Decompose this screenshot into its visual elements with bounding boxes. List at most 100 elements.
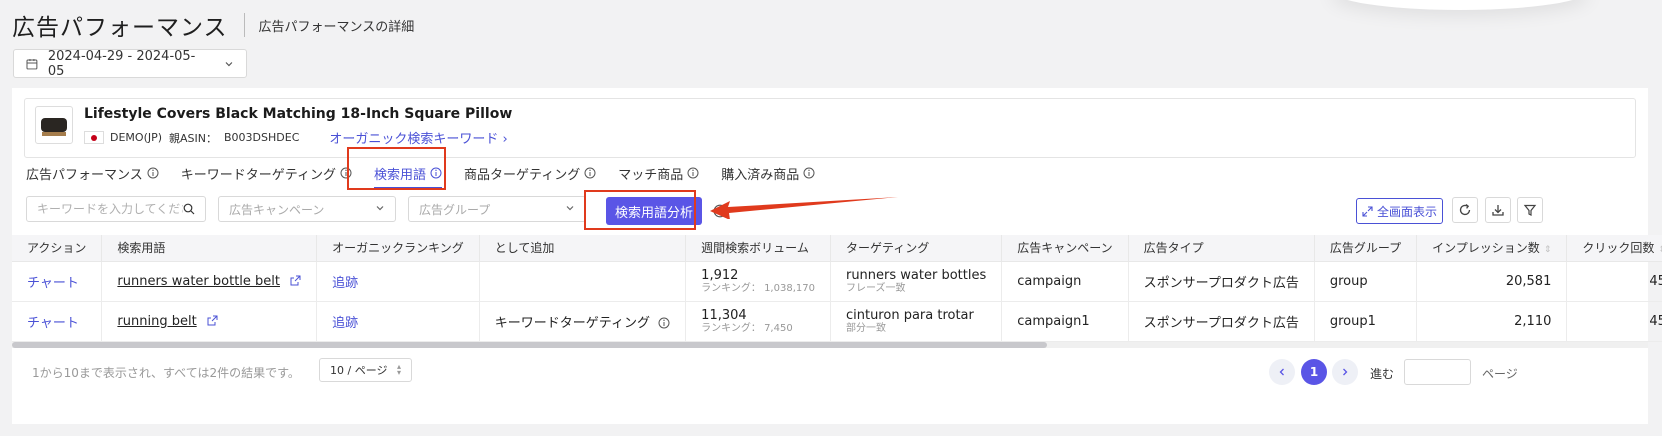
campaign-select[interactable]: 広告キャンペーン bbox=[218, 196, 396, 222]
search-term-link[interactable]: running belt bbox=[117, 314, 196, 329]
search-icon[interactable] bbox=[183, 203, 195, 215]
match-type: 部分一致 bbox=[845, 322, 886, 334]
impressions-cell: 2,110 bbox=[1416, 301, 1568, 342]
column-header: オーガニックランキング bbox=[316, 235, 480, 262]
japan-flag-icon bbox=[84, 131, 104, 144]
weekly-volume: 1,912 bbox=[701, 267, 739, 283]
filter-icon bbox=[1523, 204, 1537, 216]
external-link-icon[interactable] bbox=[207, 315, 218, 326]
date-range-picker[interactable]: 2024-04-29 - 2024-05-05 bbox=[13, 49, 247, 79]
next-page-button[interactable] bbox=[1332, 359, 1358, 385]
goto-label: 進む bbox=[1370, 367, 1395, 381]
table-header-row: アクション 検索用語 オーガニックランキング として追加 週間検索ボリューム タ… bbox=[12, 235, 1662, 262]
organic-keywords-link[interactable]: オーガニック検索キーワード › bbox=[329, 128, 507, 147]
page-size-select[interactable]: 10 / ページ ▴ ▾ bbox=[319, 358, 412, 382]
prev-page-button[interactable] bbox=[1269, 359, 1295, 385]
table-row: チャート runners water bottle belt 追跡 1,912 … bbox=[12, 261, 1662, 302]
main-card: Lifestyle Covers Black Matching 18-Inch … bbox=[12, 88, 1662, 424]
track-ranking-link[interactable]: 追跡 bbox=[332, 316, 358, 331]
ad-group-select[interactable]: 広告グループ bbox=[408, 196, 586, 222]
column-header: 広告キャンペーン bbox=[1001, 235, 1129, 262]
ad-group-cell: group1 bbox=[1314, 301, 1418, 342]
info-icon bbox=[803, 167, 815, 179]
tab-purchased-products[interactable]: 購入済み商品 bbox=[721, 164, 815, 183]
keyword-input-field[interactable] bbox=[37, 202, 183, 216]
decorative-shadow bbox=[1330, 0, 1590, 10]
added-as-cell bbox=[479, 261, 687, 302]
campaign-cell: campaign1 bbox=[1001, 301, 1129, 342]
ranking-value: 7,450 bbox=[764, 322, 793, 334]
tab-label: 広告パフォーマンス bbox=[26, 167, 143, 183]
goto-page-field[interactable] bbox=[1405, 360, 1470, 384]
chevron-down-icon bbox=[225, 61, 233, 66]
track-ranking-link[interactable]: 追跡 bbox=[332, 276, 358, 291]
info-icon bbox=[584, 167, 596, 179]
calendar-icon bbox=[26, 58, 38, 69]
filter-button[interactable] bbox=[1517, 197, 1543, 223]
red-annotation-arrow bbox=[710, 197, 898, 219]
chevron-down-icon bbox=[566, 206, 574, 211]
tab-ad-performance[interactable]: 広告パフォーマンス bbox=[26, 164, 159, 183]
info-icon[interactable] bbox=[658, 317, 670, 329]
updown-icon: ▴ ▾ bbox=[396, 362, 401, 377]
column-header: 広告タイプ bbox=[1128, 235, 1315, 262]
tab-matched-products[interactable]: マッチ商品 bbox=[618, 164, 699, 183]
scrollbar-thumb[interactable] bbox=[12, 342, 1047, 348]
impressions-cell: 20,581 bbox=[1416, 261, 1568, 302]
tab-keyword-targeting[interactable]: キーワードターゲティング bbox=[181, 164, 352, 183]
info-icon bbox=[147, 167, 159, 179]
sort-icon[interactable]: ⇕ bbox=[1658, 245, 1662, 255]
match-type: フレーズ一致 bbox=[845, 282, 906, 294]
highlight-box-search-terms-tab bbox=[347, 147, 446, 190]
page-title: 広告パフォーマンス bbox=[12, 15, 228, 41]
chart-link[interactable]: チャート bbox=[27, 316, 79, 331]
chevron-right-icon bbox=[1343, 368, 1348, 376]
sortable-column-header[interactable]: インプレッション数 ⇕ bbox=[1416, 235, 1568, 262]
added-as-value: キーワードターゲティング bbox=[494, 315, 651, 331]
product-summary: Lifestyle Covers Black Matching 18-Inch … bbox=[24, 98, 1636, 158]
results-summary: 1から10まで表示され、すべては2件の結果です。 bbox=[32, 366, 300, 380]
tab-label: 購入済み商品 bbox=[721, 167, 800, 183]
refresh-button[interactable] bbox=[1452, 197, 1478, 223]
marketplace-label: DEMO(JP) bbox=[110, 131, 163, 144]
page-subtitle: 広告パフォーマンスの詳細 bbox=[258, 19, 415, 35]
tab-label: キーワードターゲティング bbox=[180, 167, 336, 183]
fullscreen-button[interactable]: 全画面表示 bbox=[1356, 198, 1443, 224]
goto-page-input[interactable] bbox=[1404, 359, 1471, 385]
refresh-icon bbox=[1459, 203, 1471, 216]
fullscreen-label: 全画面表示 bbox=[1376, 204, 1437, 219]
page-suffix-label: ページ bbox=[1482, 367, 1518, 381]
horizontal-scrollbar[interactable] bbox=[12, 342, 1648, 348]
parent-asin-value: B003DSHDEC bbox=[224, 131, 300, 144]
column-header: ターゲティング bbox=[830, 235, 1003, 262]
expand-icon bbox=[1362, 205, 1373, 217]
ranking-label: ランキング： bbox=[701, 282, 761, 294]
download-icon bbox=[1492, 205, 1504, 216]
column-header: として追加 bbox=[479, 235, 687, 262]
targeting-value: cinturon para trotar bbox=[845, 307, 974, 323]
tab-label: マッチ商品 bbox=[618, 167, 684, 183]
chevron-down-icon bbox=[376, 206, 384, 211]
column-header: 週間検索ボリューム bbox=[685, 235, 831, 262]
sortable-column-header[interactable]: クリック回数⇕ bbox=[1566, 235, 1662, 262]
tab-product-targeting[interactable]: 商品ターゲティング bbox=[464, 164, 596, 183]
download-button[interactable] bbox=[1485, 197, 1511, 223]
targeting-value: runners water bottles bbox=[845, 267, 987, 283]
external-link-icon[interactable] bbox=[290, 275, 301, 286]
clicks-cell: 45 bbox=[1566, 261, 1662, 302]
info-icon bbox=[687, 167, 699, 179]
keyword-search-input[interactable] bbox=[26, 196, 206, 222]
ad-type-cell: スポンサープロダクト広告 bbox=[1128, 301, 1315, 342]
title-divider bbox=[243, 13, 245, 37]
chart-link[interactable]: チャート bbox=[27, 276, 79, 291]
chevron-left-icon bbox=[1279, 368, 1284, 376]
search-term-link[interactable]: runners water bottle belt bbox=[117, 274, 280, 289]
weekly-volume: 11,304 bbox=[701, 307, 747, 323]
sort-icon[interactable]: ⇕ bbox=[1544, 245, 1552, 255]
ad-group-cell: group bbox=[1314, 261, 1418, 302]
ranking-value: 1,038,170 bbox=[764, 282, 815, 294]
page-1-button[interactable]: 1 bbox=[1301, 359, 1327, 385]
page-size-value: 10 / ページ bbox=[330, 364, 388, 377]
campaign-cell: campaign bbox=[1001, 261, 1129, 302]
column-header: アクション bbox=[12, 235, 103, 262]
